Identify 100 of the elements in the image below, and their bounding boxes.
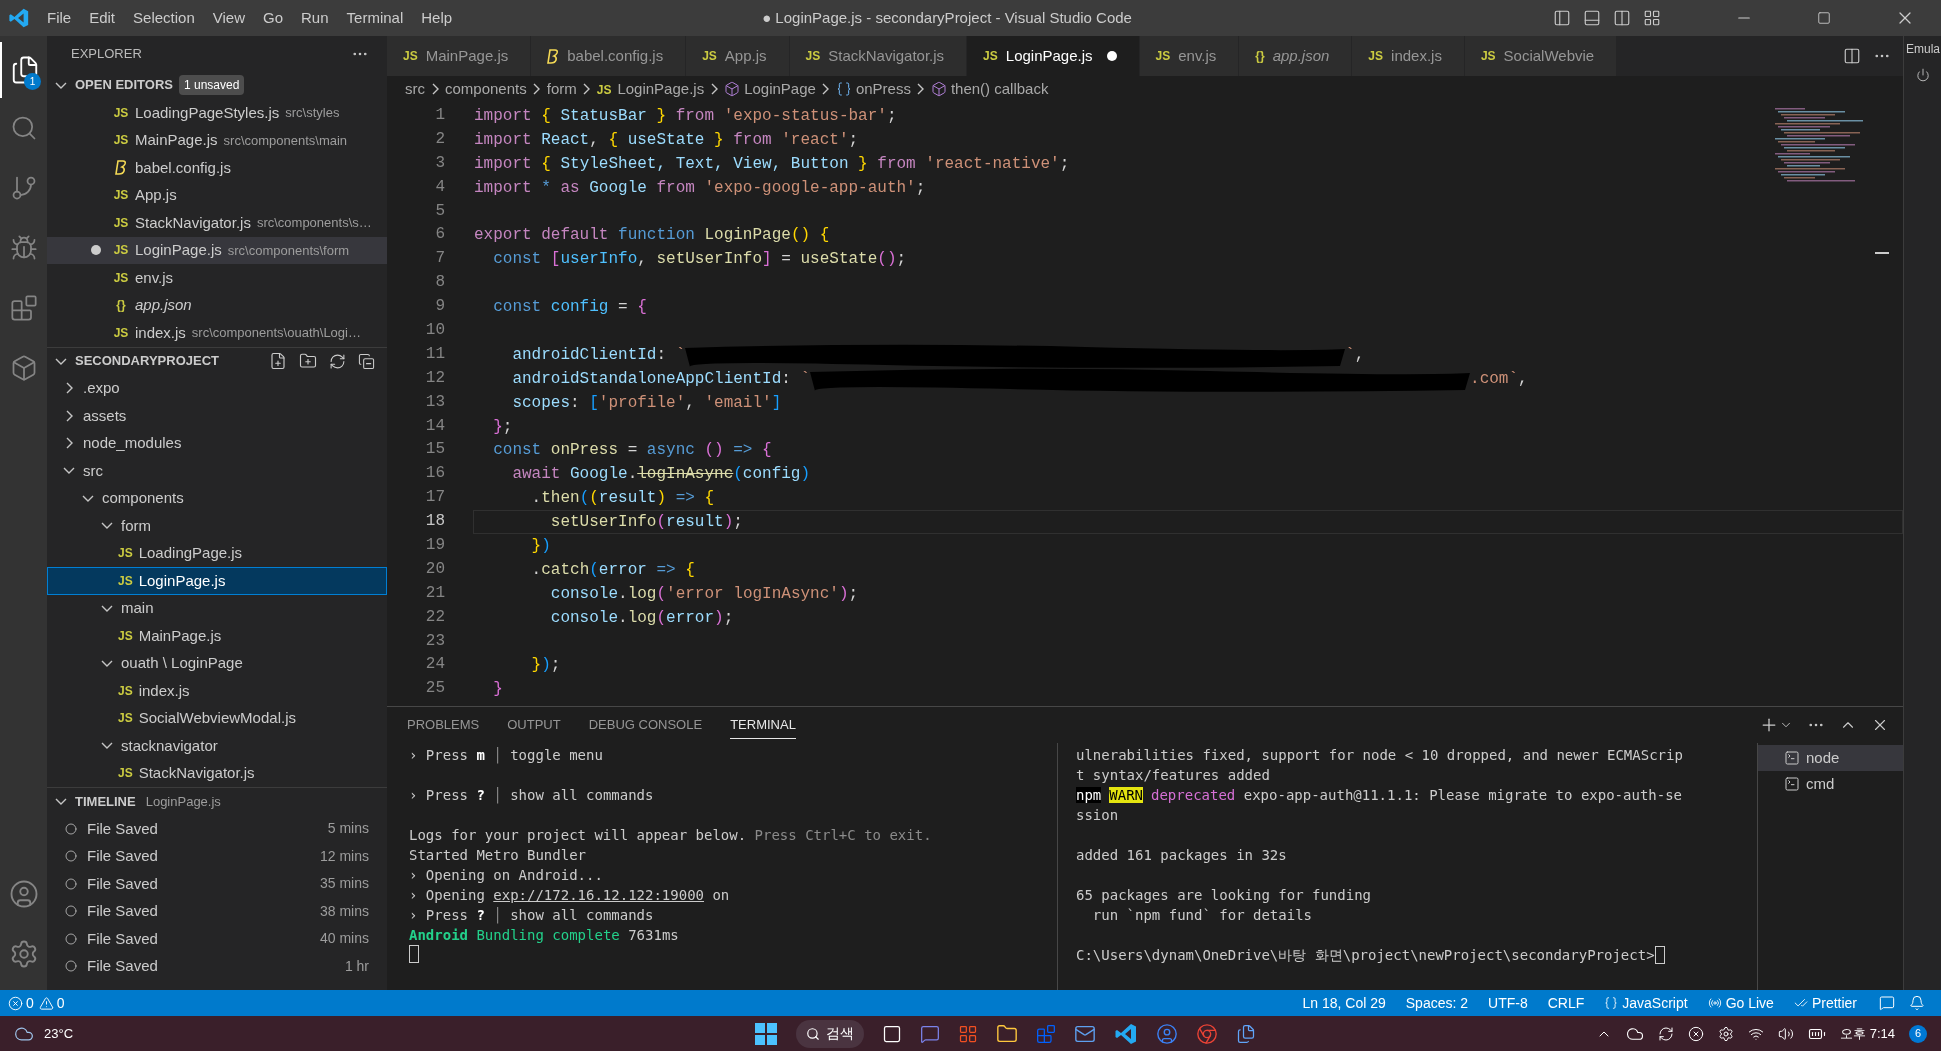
folder-row[interactable]: components (47, 484, 387, 512)
editor-tab[interactable]: JS index.js (1352, 36, 1465, 76)
open-editor-item[interactable]: JS StackNavigator.js src\components\s… (47, 209, 387, 237)
status-item[interactable]: Go Live (1699, 992, 1782, 1014)
editor-tab[interactable]: JS LoginPage.js (967, 36, 1140, 76)
timeline-item[interactable]: File Saved 12 mins (47, 842, 387, 870)
customize-layout-icon[interactable] (1643, 9, 1661, 27)
folder-icon[interactable] (995, 1022, 1018, 1045)
editor-tab[interactable]: JS env.js (1139, 36, 1240, 76)
breadcrumb-item[interactable]: form (546, 77, 577, 101)
windows-start-icon[interactable] (753, 1021, 778, 1046)
tree-entry[interactable]: JS LoginPage.js (47, 567, 387, 595)
section-header[interactable]: OPEN EDITORS (75, 75, 173, 95)
open-editor-item[interactable]: JS LoginPage.js src\components\form (47, 236, 387, 264)
app-icon[interactable] (1035, 1023, 1056, 1044)
tree-entry[interactable]: JS LoadingPage.js (47, 539, 387, 567)
menu-item[interactable]: Selection (124, 6, 204, 30)
status-item[interactable]: Spaces: 2 (1397, 992, 1477, 1014)
open-editor-item[interactable]: {} app.json (47, 291, 387, 319)
breadcrumb-item[interactable]: src (405, 77, 425, 101)
chevron-down-icon[interactable] (82, 494, 94, 502)
extensions-icon[interactable] (9, 294, 38, 322)
chevron-down-icon[interactable] (101, 742, 113, 750)
account-icon[interactable] (8, 879, 39, 909)
terminal-list-item[interactable]: cmd (1758, 771, 1903, 797)
open-editor-item[interactable]: JS App.js (47, 181, 387, 209)
editor-tab[interactable]: {} app.json (1239, 36, 1353, 76)
section-header[interactable]: TIMELINE (75, 791, 136, 812)
folder-row[interactable]: main (47, 594, 387, 622)
sync-icon[interactable] (1658, 1025, 1675, 1042)
tree-entry[interactable]: JS index.js (47, 677, 387, 705)
chevron-right-icon[interactable] (65, 382, 73, 395)
browser-icon[interactable] (1195, 1022, 1218, 1045)
toggle-panel-icon[interactable] (1583, 9, 1601, 27)
tree-entry[interactable]: JS StackNavigator.js (47, 759, 387, 787)
vscode-taskbar-icon[interactable] (1113, 1021, 1138, 1046)
status-item[interactable]: JavaScript (1596, 992, 1696, 1014)
editor-tab[interactable]: JS MainPage.js (387, 36, 532, 76)
editor-tab[interactable]: JS App.js (686, 36, 790, 76)
new-folder-icon[interactable] (299, 352, 317, 370)
notifications-icon[interactable] (1909, 995, 1925, 1011)
chevron-down-icon[interactable] (101, 604, 113, 612)
app-icon[interactable] (1155, 1022, 1178, 1045)
open-editor-item[interactable]: JS env.js (47, 264, 387, 292)
taskbar-search[interactable]: 검색 (795, 1019, 864, 1048)
terminal-list-item[interactable]: node (1758, 745, 1903, 771)
panel-tab[interactable]: OUTPUT (507, 711, 561, 739)
panel-tab[interactable]: PROBLEMS (407, 711, 480, 739)
chevron-right-icon[interactable] (65, 437, 73, 450)
open-editor-item[interactable]: babel.config.js (47, 154, 387, 182)
status-item[interactable]: CRLF (1539, 992, 1593, 1014)
folder-row[interactable]: node_modules (47, 429, 387, 457)
chevron-down-icon[interactable] (101, 659, 113, 667)
tree-entry[interactable]: JS SocialWebviewModal.js (47, 704, 387, 732)
menu-item[interactable]: Edit (80, 6, 125, 30)
run-debug-icon[interactable] (9, 234, 38, 262)
volume-icon[interactable] (1778, 1025, 1795, 1042)
open-editor-item[interactable]: JS index.js src\components\ouath\Logi… (47, 319, 387, 347)
breadcrumb-item[interactable]: components (445, 77, 527, 101)
breadcrumb-item[interactable]: onPress (855, 77, 911, 101)
weather-text[interactable]: 23°C (44, 1023, 74, 1044)
timeline-item[interactable]: File Saved 35 mins (47, 870, 387, 898)
timeline-item[interactable]: File Saved 5 mins (47, 815, 387, 843)
editor-tab[interactable]: babel.config.js (531, 36, 687, 76)
folder-row[interactable]: assets (47, 402, 387, 430)
breadcrumb-item[interactable]: LoginPage (744, 77, 816, 101)
folder-row[interactable]: src (47, 457, 387, 485)
power-icon[interactable] (1915, 68, 1930, 82)
clock[interactable]: 오후 7:14 (1840, 1023, 1895, 1044)
status-item[interactable]: UTF-8 (1480, 992, 1536, 1014)
panel-tab[interactable]: DEBUG CONSOLE (588, 711, 703, 739)
chat-icon[interactable] (919, 1023, 940, 1044)
split-editor-icon[interactable] (1843, 47, 1861, 65)
menu-item[interactable]: File (38, 6, 81, 30)
timeline-item[interactable]: File Saved 38 mins (47, 897, 387, 925)
folder-row[interactable]: ouath \ LoginPage (47, 649, 387, 677)
status-item[interactable]: Prettier (1785, 992, 1865, 1014)
refresh-icon[interactable] (329, 352, 346, 370)
folder-row[interactable]: stacknavigator (47, 732, 387, 760)
menu-item[interactable]: View (203, 6, 254, 30)
new-file-icon[interactable] (269, 352, 287, 370)
tree-entry[interactable]: JS MainPage.js (47, 622, 387, 650)
timeline-item[interactable]: File Saved 1 hr (47, 952, 387, 980)
problems-status[interactable]: 0 0 (8, 992, 65, 1014)
feedback-icon[interactable] (1879, 995, 1895, 1011)
menu-item[interactable]: Terminal (337, 6, 413, 30)
task-view-icon[interactable] (881, 1023, 902, 1044)
timeline-item[interactable]: File Saved 40 mins (47, 925, 387, 953)
editor-tab[interactable]: JS StackNavigator.js (789, 36, 968, 76)
open-editor-item[interactable]: JS MainPage.js src\components\main (47, 126, 387, 154)
breadcrumb-item[interactable]: then() callback (950, 77, 1049, 101)
editor-tab[interactable]: JS SocialWebvie (1464, 36, 1618, 76)
open-editor-item[interactable]: JS LoadingPageStyles.js src\styles (47, 99, 387, 127)
menu-item[interactable]: Go (254, 6, 292, 30)
chevron-down-icon[interactable] (101, 522, 113, 530)
collapse-all-icon[interactable] (358, 352, 375, 370)
chevron-down-icon[interactable] (63, 467, 75, 475)
split-layout-icon[interactable] (1613, 9, 1631, 27)
menu-item[interactable]: Help (412, 6, 462, 30)
breadcrumb-item[interactable]: LoginPage.js (617, 77, 705, 101)
